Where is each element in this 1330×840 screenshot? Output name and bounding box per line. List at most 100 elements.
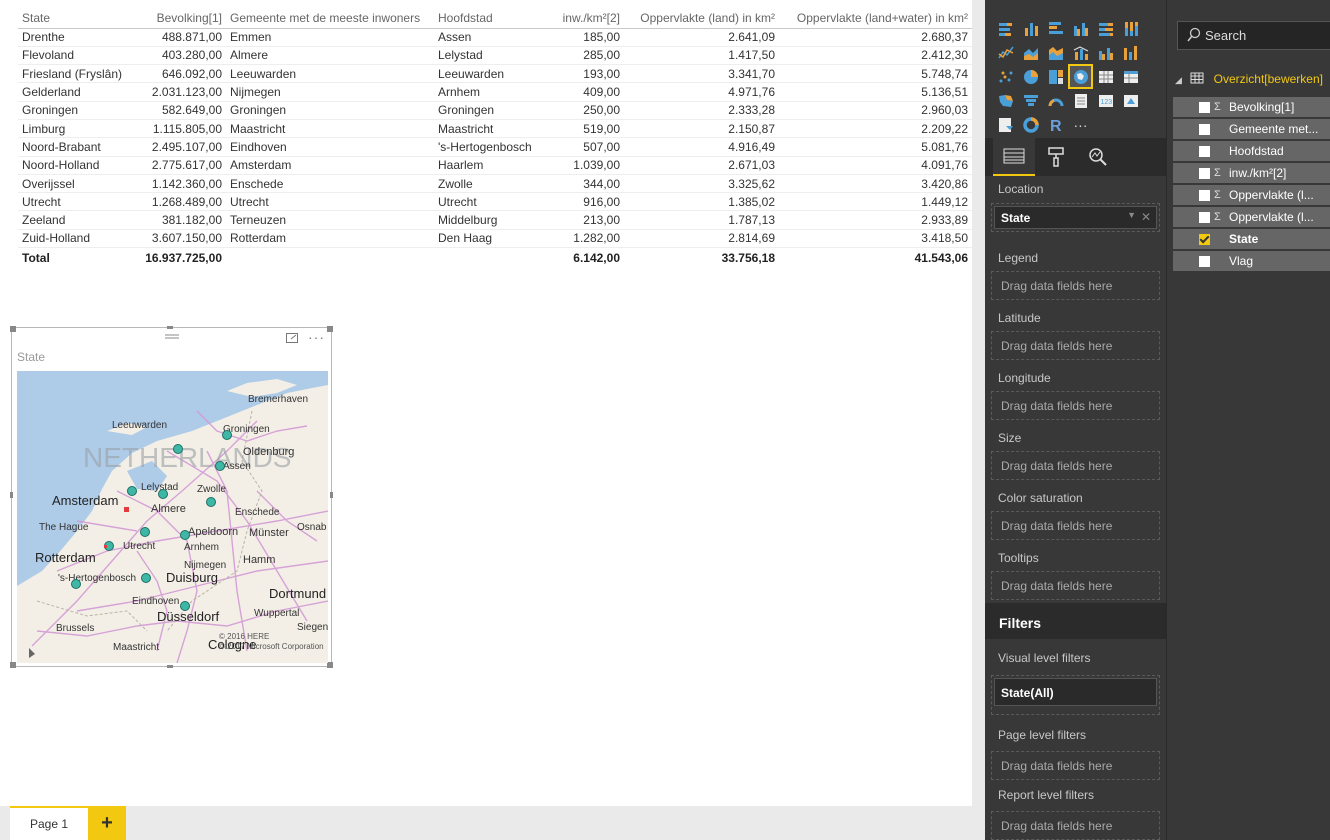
line-chart-icon[interactable] [995,42,1016,63]
map-visual-icon[interactable] [1068,64,1093,89]
chevron-down-icon[interactable]: ◢ [1175,75,1182,85]
clustered-column-chart-icon[interactable] [1070,18,1091,39]
scatter-chart-icon[interactable] [995,66,1016,87]
column-header[interactable]: inw./km²[2] [544,9,624,29]
table-row[interactable]: Drenthe 488.871,00 Emmen Assen 185,00 2.641,0… [18,28,972,47]
field-checkbox[interactable] [1199,211,1210,223]
more-options-icon[interactable]: ··· [308,329,325,345]
field-checkbox[interactable] [1199,255,1210,267]
line-and-clustered-column-icon[interactable] [1095,42,1116,63]
size-well[interactable]: Drag data fields here [991,451,1160,480]
format-tab[interactable] [1035,138,1077,176]
map-visual[interactable]: ··· State NETHERLANDS Bremerhaven Leeuwa… [10,326,333,668]
location-field-pill[interactable]: State ▼ ✕ [994,206,1157,229]
resize-handle[interactable] [10,326,16,332]
add-page-button[interactable]: + [88,806,126,840]
resize-handle[interactable] [167,326,173,329]
table-cell: Leeuwarden [226,64,434,84]
kpi-visual-icon[interactable] [1120,90,1141,111]
ribbon-chart-icon[interactable] [1120,42,1141,63]
table-node[interactable]: ◢ Overzicht[bewerken] [1175,72,1330,92]
matrix-visual-icon[interactable] [1120,66,1141,87]
field-item[interactable]: Σ Oppervlakte (l... [1173,207,1330,227]
more-visuals-icon[interactable]: ··· [1070,114,1091,135]
gauge-icon[interactable] [1045,90,1066,111]
column-header[interactable]: Hoofdstad [434,9,544,29]
table-row[interactable]: Limburg 1.115.805,00 Maastricht Maastricht 5… [18,119,972,139]
table-row[interactable]: Flevoland 403.280,00 Almere Lelystad 285,00 1… [18,46,972,66]
field-item[interactable]: Σinw./km²[2] [1173,163,1330,183]
100-column-chart-icon[interactable] [1120,18,1141,39]
100-bar-chart-icon[interactable] [1095,18,1116,39]
stacked-bar-chart-icon[interactable] [995,18,1016,39]
field-checkbox[interactable] [1199,233,1210,245]
slicer-icon[interactable] [995,114,1016,135]
search-input[interactable]: Search [1177,21,1330,50]
table-visual-icon[interactable] [1095,66,1116,87]
field-item[interactable]: Vlag [1173,251,1330,271]
page-filters-well[interactable]: Drag data fields here [991,751,1160,780]
state-table[interactable]: State Bevolking[1] Gemeente met de meest… [18,9,972,268]
area-chart-icon[interactable] [1020,42,1041,63]
map-area[interactable]: NETHERLANDS Bremerhaven Leeuwarden Groni… [17,371,328,663]
color-saturation-well[interactable]: Drag data fields here [991,511,1160,540]
field-checkbox[interactable] [1199,145,1210,157]
resize-handle[interactable] [167,665,173,668]
clustered-bar-chart-icon[interactable] [1045,18,1066,39]
table-row[interactable]: Overijssel 1.142.360,00 Enschede Zwolle 344,… [18,174,972,194]
resize-handle[interactable] [330,492,333,498]
column-header[interactable]: Oppervlakte (land+water) in km² [779,9,972,29]
donut-chart-icon[interactable] [1020,114,1041,135]
filled-map-icon[interactable] [995,90,1016,111]
field-item[interactable]: Gemeente met... [1173,119,1330,139]
latitude-well[interactable]: Drag data fields here [991,331,1160,360]
column-header[interactable]: Oppervlakte (land) in km² [624,9,779,29]
field-item[interactable]: State [1173,229,1330,249]
visual-filters-well[interactable]: State(All) [991,675,1160,715]
table-total-row[interactable]: Total 16.937.725,00 6.142,00 33.756,18 41.54… [18,247,972,268]
table-row[interactable]: Noord-Holland 2.775.617,00 Amsterdam Haarle… [18,156,972,175]
longitude-well[interactable]: Drag data fields here [991,391,1160,420]
line-and-column-chart-icon[interactable] [1070,42,1091,63]
funnel-chart-icon[interactable] [1020,90,1041,111]
table-row[interactable]: Gelderland 2.031.123,00 Nijmegen Arnhem 409,… [18,82,972,102]
table-row[interactable]: Zuid-Holland 3.607.150,00 Rotterdam Den Haa… [18,229,972,249]
pie-chart-icon[interactable] [1020,66,1041,87]
focus-mode-icon[interactable] [285,331,299,345]
close-icon[interactable]: ✕ [1141,210,1151,224]
location-well[interactable]: State ▼ ✕ [991,203,1160,232]
resize-handle[interactable] [10,492,13,498]
field-item[interactable]: Σ Bevolking[1] [1173,97,1330,117]
multi-row-card-icon[interactable] [1070,90,1091,111]
visual-filter-card[interactable]: State(All) [994,678,1157,706]
table-row[interactable]: Groningen 582.649,00 Groningen Groningen 250… [18,101,972,120]
report-filters-well[interactable]: Drag data fields here [991,811,1160,840]
treemap-icon[interactable] [1045,66,1066,87]
field-checkbox[interactable] [1199,167,1210,179]
field-checkbox[interactable] [1199,101,1210,113]
page-tab[interactable]: Page 1 [10,806,88,840]
stacked-area-chart-icon[interactable] [1045,42,1066,63]
table-row[interactable]: Noord-Brabant 2.495.107,00 Eindhoven's-Her… [18,137,972,157]
stacked-column-chart-icon[interactable] [1020,18,1041,39]
column-header[interactable]: Gemeente met de meeste inwoners [226,9,434,29]
resize-handle[interactable] [10,662,16,668]
card-visual-icon[interactable]: 123 [1095,90,1116,111]
field-item[interactable]: Hoofdstad [1173,141,1330,161]
table-row[interactable]: Friesland (Fryslân) 646.092,00 Leeuwarden L… [18,64,972,84]
column-header[interactable]: State [18,9,128,29]
field-item[interactable]: Σ Oppervlakte (l... [1173,185,1330,205]
tooltips-well[interactable]: Drag data fields here [991,571,1160,600]
table-row[interactable]: Zeeland 381.182,00 Terneuzen Middelburg 213,… [18,210,972,230]
field-checkbox[interactable] [1199,189,1210,201]
table-row[interactable]: Utrecht 1.268.489,00 Utrecht Utrecht 916,00 1… [18,192,972,212]
r-script-visual-icon[interactable]: R [1045,114,1066,135]
resize-handle[interactable] [327,326,333,332]
field-checkbox[interactable] [1199,123,1210,135]
analytics-tab[interactable] [1077,138,1119,176]
chevron-down-icon[interactable]: ▼ [1127,210,1136,220]
column-header[interactable]: Bevolking[1] [128,9,226,29]
fields-tab[interactable] [993,138,1035,176]
legend-well[interactable]: Drag data fields here [991,271,1160,300]
drag-handle-icon[interactable] [163,330,181,339]
